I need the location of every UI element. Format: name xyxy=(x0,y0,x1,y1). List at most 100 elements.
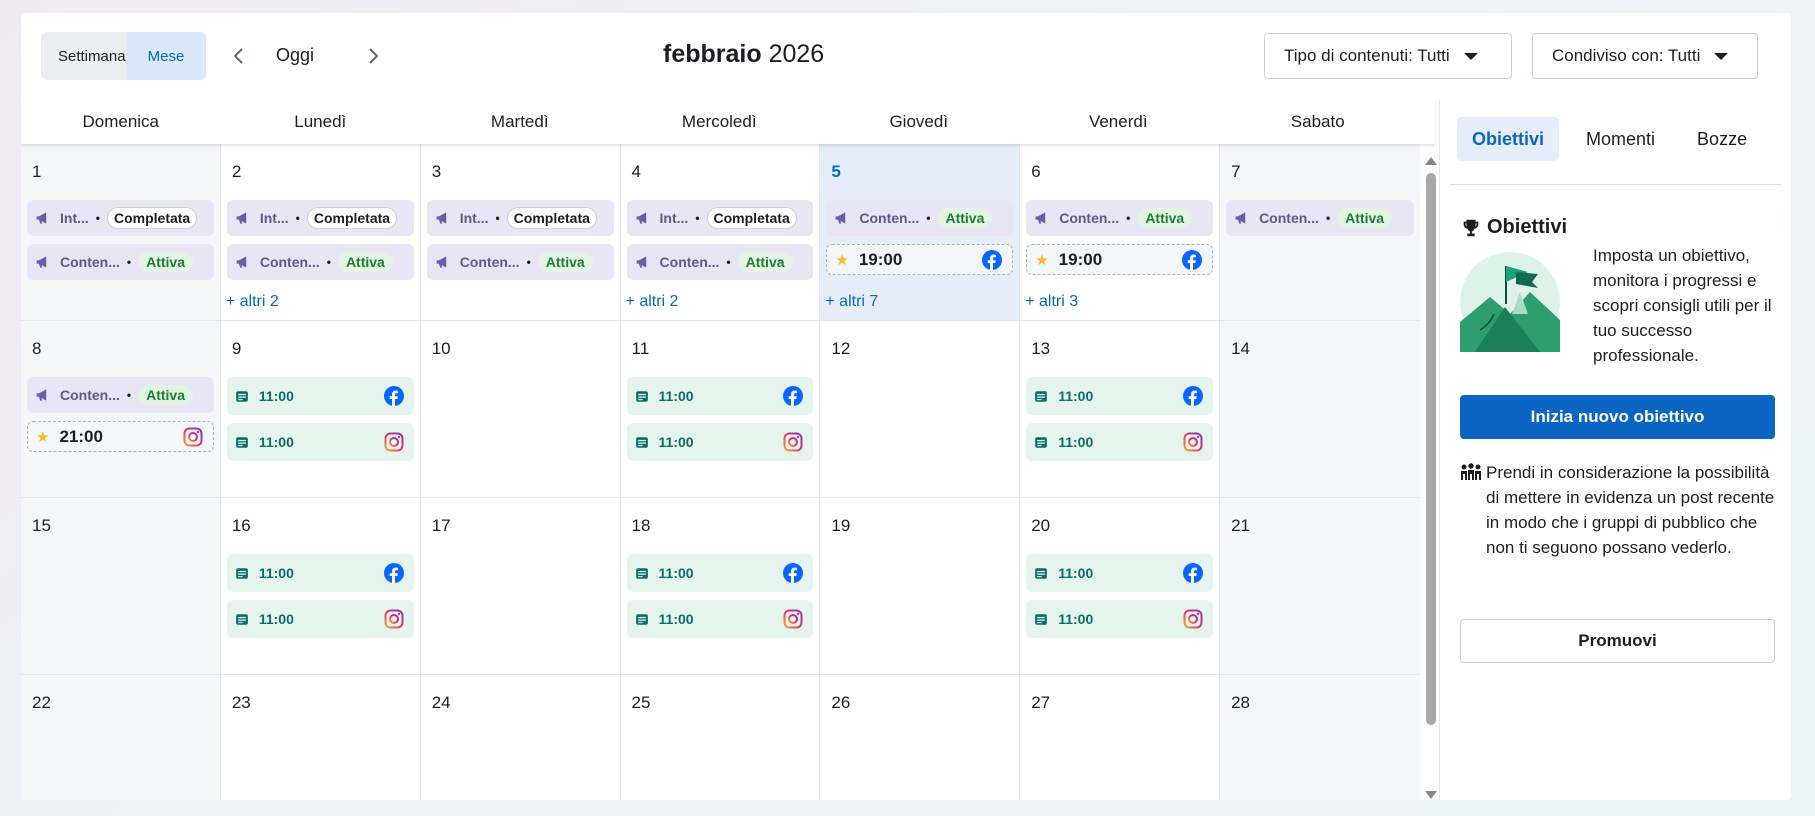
post-event[interactable]: 11:00 xyxy=(1026,554,1214,592)
story-event[interactable]: ★ 19:00 xyxy=(826,244,1014,275)
post-event[interactable]: 11:00 xyxy=(226,554,414,592)
ad-event[interactable]: Int... • Completata xyxy=(426,200,614,236)
post-event[interactable]: 11:00 xyxy=(226,423,414,461)
day-cell[interactable]: 20 11:00 11:00 xyxy=(1020,498,1221,675)
event-time: 11:00 xyxy=(1058,565,1094,581)
ad-event[interactable]: Conten... • Attiva xyxy=(27,244,214,280)
chevron-right-icon[interactable] xyxy=(360,43,386,69)
facebook-icon xyxy=(783,386,804,406)
event-list: 11:00 11:00 xyxy=(226,377,414,469)
day-cell[interactable]: 16 11:00 11:00 xyxy=(220,498,421,675)
facebook-icon xyxy=(783,563,804,583)
post-event[interactable]: 11:00 xyxy=(226,377,414,415)
day-cell[interactable]: 24 xyxy=(421,675,621,800)
ad-event[interactable]: Int... • Completata xyxy=(226,200,414,236)
day-cell[interactable]: 15 xyxy=(21,498,221,675)
status-badge: Attiva xyxy=(138,252,193,272)
post-event[interactable]: 11:00 xyxy=(1026,377,1214,415)
post-event[interactable]: 11:00 xyxy=(626,554,814,592)
ad-event[interactable]: Conten... • Attiva xyxy=(426,244,614,280)
ad-event[interactable]: Int... • Completata xyxy=(27,200,214,236)
event-list: Int... • Completata Conten... • Attiva xyxy=(626,200,814,288)
day-cell[interactable]: 11 11:00 11:00 xyxy=(620,321,821,498)
day-number: 4 xyxy=(631,162,641,181)
show-more-link[interactable]: + altri 2 xyxy=(626,293,679,311)
scroll-up-icon[interactable] xyxy=(1425,157,1437,165)
day-number: 23 xyxy=(231,693,251,712)
day-cell[interactable]: 25 xyxy=(621,675,821,800)
status-badge: Completata xyxy=(306,207,398,229)
post-event[interactable]: 11:00 xyxy=(1026,600,1214,638)
shared-with-filter[interactable]: Condiviso con: Tutti xyxy=(1532,33,1758,79)
status-badge: Attiva xyxy=(937,208,993,228)
day-cell[interactable]: 28 xyxy=(1220,675,1420,800)
tab-drafts[interactable]: Bozze xyxy=(1682,117,1762,161)
start-goal-button[interactable]: Inizia nuovo obiettivo xyxy=(1460,395,1775,439)
day-cell[interactable]: 6 Conten... • Attiva ★ 19:00 + altri 3 xyxy=(1020,144,1221,321)
post-event[interactable]: 11:00 xyxy=(226,600,414,638)
day-number: 27 xyxy=(1031,693,1051,712)
ad-event[interactable]: Conten... • Attiva xyxy=(1026,200,1214,236)
day-cell[interactable]: 7 Conten... • Attiva xyxy=(1220,144,1420,321)
day-cell[interactable]: 18 11:00 11:00 xyxy=(620,498,821,675)
scrollbar[interactable] xyxy=(1425,157,1437,799)
day-cell[interactable]: 2 Int... • Completata Conten... • Attiva + altr… xyxy=(220,144,421,321)
ad-event[interactable]: Conten... • Attiva xyxy=(626,244,814,280)
tab-goals[interactable]: Obiettivi xyxy=(1457,117,1560,161)
day-cell[interactable]: 1 Int... • Completata Conten... • Attiva xyxy=(21,144,221,321)
day-cell[interactable]: 27 xyxy=(1020,675,1221,800)
day-cell[interactable]: 13 11:00 11:00 xyxy=(1020,321,1221,498)
tab-moments[interactable]: Momenti xyxy=(1571,117,1670,161)
scroll-down-icon[interactable] xyxy=(1425,791,1437,799)
day-cell[interactable]: 23 xyxy=(221,675,421,800)
megaphone-icon xyxy=(36,212,47,224)
chevron-left-icon[interactable] xyxy=(226,43,252,69)
ad-event-name: Int... xyxy=(259,210,289,226)
ad-event[interactable]: Int... • Completata xyxy=(626,200,814,236)
story-event[interactable]: ★ 21:00 xyxy=(27,421,214,452)
day-cell[interactable]: 21 xyxy=(1220,498,1420,675)
show-more-link[interactable]: + altri 3 xyxy=(1025,293,1078,311)
day-cell[interactable]: 9 11:00 11:00 xyxy=(220,321,421,498)
view-week-button[interactable]: Settimana xyxy=(41,32,126,80)
day-number: 13 xyxy=(1031,339,1051,358)
goals-heading: Obiettivi xyxy=(1460,216,1567,239)
ad-event[interactable]: Conten... • Attiva xyxy=(226,244,414,280)
event-time: 19:00 xyxy=(1058,249,1103,269)
day-cell[interactable]: 12 xyxy=(820,321,1021,498)
instagram-icon xyxy=(384,432,404,452)
event-time: 11:00 xyxy=(658,434,694,450)
story-event[interactable]: ★ 19:00 xyxy=(1026,244,1214,275)
promote-button[interactable]: Promuovi xyxy=(1460,619,1775,663)
day-cell[interactable]: 5 Conten... • Attiva ★ 19:00 + altri 7 xyxy=(820,144,1021,321)
show-more-link[interactable]: + altri 7 xyxy=(825,293,878,311)
show-more-link[interactable]: + altri 2 xyxy=(226,293,279,311)
ad-event[interactable]: Conten... • Attiva xyxy=(1226,200,1414,236)
goals-heading-text: Obiettivi xyxy=(1487,216,1568,238)
post-event[interactable]: 11:00 xyxy=(626,600,814,638)
post-event[interactable]: 11:00 xyxy=(626,377,814,415)
day-number: 14 xyxy=(1231,339,1250,358)
ad-event[interactable]: Conten... • Attiva xyxy=(27,377,214,413)
day-cell[interactable]: 8 Conten... • Attiva ★ 21:00 xyxy=(21,321,221,498)
megaphone-icon xyxy=(236,256,247,268)
post-icon xyxy=(1035,567,1048,579)
today-button[interactable]: Oggi xyxy=(276,45,314,66)
event-list: Int... • Completata Conten... • Attiva xyxy=(27,200,214,288)
day-number: 28 xyxy=(1231,693,1250,712)
day-cell[interactable]: 14 xyxy=(1220,321,1420,498)
day-cell[interactable]: 19 xyxy=(820,498,1021,675)
post-event[interactable]: 11:00 xyxy=(1026,423,1214,461)
scrollbar-thumb[interactable] xyxy=(1426,173,1436,725)
day-cell[interactable]: 22 xyxy=(21,675,221,800)
day-cell[interactable]: 3 Int... • Completata Conten... • Attiva xyxy=(420,144,621,321)
view-month-button[interactable]: Mese xyxy=(126,32,206,80)
ad-event[interactable]: Conten... • Attiva xyxy=(826,200,1014,236)
day-cell[interactable]: 17 xyxy=(420,498,621,675)
day-cell[interactable]: 10 xyxy=(420,321,621,498)
day-cell[interactable]: 26 xyxy=(820,675,1021,800)
content-type-filter[interactable]: Tipo di contenuti: Tutti xyxy=(1264,33,1512,79)
day-cell[interactable]: 4 Int... • Completata Conten... • Attiva + altr… xyxy=(620,144,821,321)
day-number: 2 xyxy=(231,162,242,181)
post-event[interactable]: 11:00 xyxy=(626,423,814,461)
